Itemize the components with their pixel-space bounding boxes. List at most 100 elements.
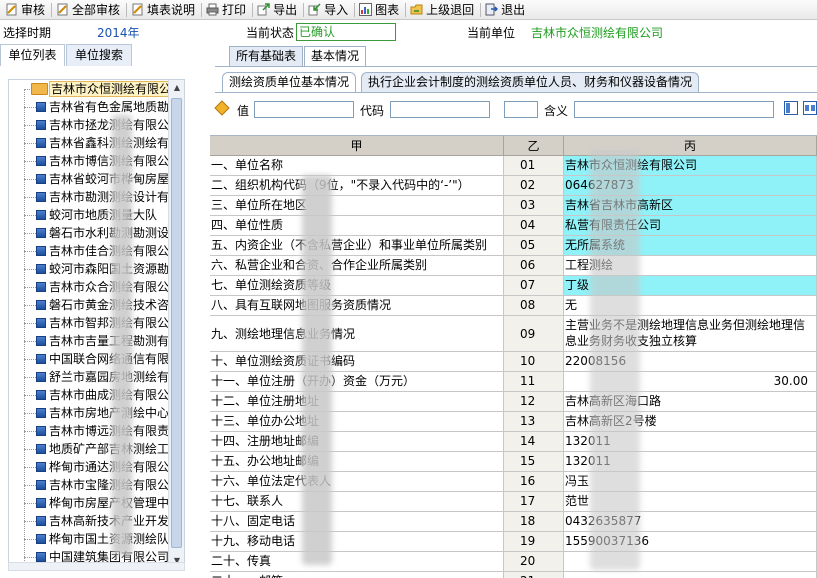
- tab-enterprise-accounting[interactable]: 执行企业会计制度的测绘资质单位人员、财务和仪器设备情况: [361, 72, 700, 92]
- tree-item[interactable]: 舒兰市嘉园房地测绘有: [9, 368, 169, 386]
- row-value-cell[interactable]: [564, 552, 817, 572]
- tree-item[interactable]: 吉林省蛟河市桦甸房屋: [9, 170, 169, 188]
- row-code: 04: [504, 216, 564, 236]
- row-value-cell[interactable]: 064627873: [564, 176, 817, 196]
- tree-item[interactable]: 蛟河市地质测量大队: [9, 206, 169, 224]
- tree-item[interactable]: 吉林市勘测测绘设计有: [9, 188, 169, 206]
- tree-item[interactable]: 吉林市房地产测绘中心: [9, 404, 169, 422]
- tree-item[interactable]: 吉林市曲成测绘有限公: [9, 386, 169, 404]
- audit-all-button[interactable]: 全部审核: [53, 1, 125, 19]
- print-button[interactable]: 打印: [203, 1, 251, 19]
- audit-button[interactable]: 审核: [2, 1, 50, 19]
- tree-item-label: 吉林市吉量工程勘测有: [49, 334, 169, 348]
- tree-item[interactable]: 磐石市黄金测绘技术咨: [9, 296, 169, 314]
- row-value-cell[interactable]: 丁级: [564, 276, 817, 296]
- row-value-cell[interactable]: 132011: [564, 432, 817, 452]
- row-code: 21: [504, 572, 564, 578]
- value-label: 值: [237, 104, 250, 118]
- status-label: 当前状态: [246, 26, 295, 40]
- row-value-cell[interactable]: 主营业务不是测绘地理信息业务但测绘地理信息业务财务收支独立核算: [564, 316, 817, 352]
- table-row: 十七、联系人 17 范世: [210, 492, 817, 512]
- exit-button[interactable]: 退出: [482, 1, 530, 19]
- tab-unit-search[interactable]: 单位搜索: [66, 44, 132, 66]
- tree-item[interactable]: 吉林市智邦测绘有限公: [9, 314, 169, 332]
- grid-view-icon[interactable]: [784, 101, 798, 118]
- tree-item[interactable]: 蛟河市森阳国土资源勘: [9, 260, 169, 278]
- tree-item[interactable]: 吉林市博远测绘有限责: [9, 422, 169, 440]
- row-value-cell[interactable]: 私营有限责任公司: [564, 216, 817, 236]
- row-item-name: 十二、单位注册地址: [210, 392, 504, 412]
- row-value-cell[interactable]: 吉林省吉林市高新区: [564, 196, 817, 216]
- tree-item[interactable]: 吉林省鑫科测绘测绘有: [9, 134, 169, 152]
- tree-item[interactable]: 吉林市拯龙测绘有限公: [9, 116, 169, 134]
- scroll-thumb[interactable]: [171, 98, 182, 548]
- row-value-cell[interactable]: 冯玉: [564, 472, 817, 492]
- help-button[interactable]: 填表说明: [128, 1, 200, 19]
- unit-node-icon: [36, 318, 46, 328]
- row-value-cell[interactable]: 吉林高新区海口路: [564, 392, 817, 412]
- unit-tree: 吉林市众恒测绘有限公 吉林省有色金属地质勘 吉林市拯龙测绘有限公 吉林省鑫科测绘测绘有…: [8, 79, 185, 570]
- tree-item[interactable]: 中国联合网络通信有限: [9, 350, 169, 368]
- value-input[interactable]: [254, 101, 354, 118]
- folder-icon: [31, 83, 48, 95]
- tree-horizontal-scrollbar[interactable]: [8, 562, 185, 571]
- tab-basic-info[interactable]: 基本情况: [304, 46, 367, 66]
- tree-item[interactable]: 地质矿产部吉林测绘工: [9, 440, 169, 458]
- info-bar: 选择时期 2014年 当前状态 已确认 当前单位 吉林市众恒测绘有限公司: [0, 21, 817, 43]
- row-value-cell[interactable]: 30.00: [564, 372, 817, 392]
- unit-node-icon: [36, 210, 46, 220]
- tab-all-basic-tables[interactable]: 所有基础表: [229, 46, 304, 66]
- meaning-input[interactable]: [574, 101, 774, 118]
- row-item-name: 五、内资企业（不含私营企业）和事业单位所属类别: [210, 236, 504, 256]
- row-value-cell[interactable]: [564, 572, 817, 578]
- return-icon: [410, 3, 423, 16]
- tree-item[interactable]: 桦甸市国土资源测绘队: [9, 530, 169, 548]
- chart-button[interactable]: 图表: [356, 1, 404, 19]
- header-col-b: 乙: [504, 136, 564, 156]
- table-row: 十八、固定电话 18 0432635877: [210, 512, 817, 532]
- scroll-up-icon[interactable]: ▲: [169, 80, 184, 96]
- row-value-cell[interactable]: 无: [564, 296, 817, 316]
- tree-item[interactable]: 吉林市佳合测绘有限公: [9, 242, 169, 260]
- row-code: 18: [504, 512, 564, 532]
- tree-item[interactable]: 磐石市水利勘测勘测设: [9, 224, 169, 242]
- tree-item[interactable]: 桦甸市通达测绘有限公: [9, 458, 169, 476]
- row-value-cell[interactable]: 无所属系统: [564, 236, 817, 256]
- tree-item[interactable]: 桦甸市房屋产权管理中: [9, 494, 169, 512]
- tab-surveying-unit-basic[interactable]: 测绘资质单位基本情况: [222, 72, 357, 92]
- return-to-superior-button[interactable]: 上级退回: [407, 1, 479, 19]
- tree-item[interactable]: 吉林省有色金属地质勘: [9, 98, 169, 116]
- tree-item[interactable]: 吉林市博信测绘有限公: [9, 152, 169, 170]
- unit-node-icon: [36, 498, 46, 508]
- tab-unit-list[interactable]: 单位列表: [0, 44, 65, 66]
- row-value-cell[interactable]: 范世: [564, 492, 817, 512]
- row-item-name: 七、单位测绘资质等级: [210, 276, 504, 296]
- period-selector[interactable]: 2014年: [97, 24, 140, 41]
- row-value-cell[interactable]: 吉林市众恒测绘有限公司: [564, 156, 817, 176]
- row-value-cell[interactable]: 22008156: [564, 352, 817, 372]
- code-input[interactable]: [390, 101, 490, 118]
- code-extra-input[interactable]: [504, 101, 538, 118]
- tree-item[interactable]: 吉林市吉量工程勘测有: [9, 332, 169, 350]
- tree-item[interactable]: 吉林高新技术产业开发: [9, 512, 169, 530]
- tree-item[interactable]: 吉林市宝隆测绘有限公: [9, 476, 169, 494]
- row-code: 07: [504, 276, 564, 296]
- row-code: 20: [504, 552, 564, 572]
- row-value-cell[interactable]: 工程测绘: [564, 256, 817, 276]
- row-item-name: 一、单位名称: [210, 156, 504, 176]
- tree-item[interactable]: 吉林市众恒测绘有限公: [9, 80, 169, 98]
- row-code: 19: [504, 532, 564, 552]
- unit-node-icon: [36, 120, 46, 130]
- export-button[interactable]: 导出: [254, 1, 302, 19]
- row-value-cell[interactable]: 0432635877: [564, 512, 817, 532]
- row-value-cell[interactable]: 吉林高新区2号楼: [564, 412, 817, 432]
- tree-item[interactable]: 吉林市众合测绘有限公: [9, 278, 169, 296]
- row-value-cell[interactable]: 132011: [564, 452, 817, 472]
- list-view-icon[interactable]: [803, 101, 817, 118]
- row-item-name: 十、单位测绘资质证书编码: [210, 352, 504, 372]
- row-value-cell[interactable]: 15590037136: [564, 532, 817, 552]
- row-code: 11: [504, 372, 564, 392]
- import-button[interactable]: 导入: [305, 1, 353, 19]
- row-item-name: 十六、单位法定代表人: [210, 472, 504, 492]
- tree-vertical-scrollbar[interactable]: ▲ ▼: [168, 80, 184, 569]
